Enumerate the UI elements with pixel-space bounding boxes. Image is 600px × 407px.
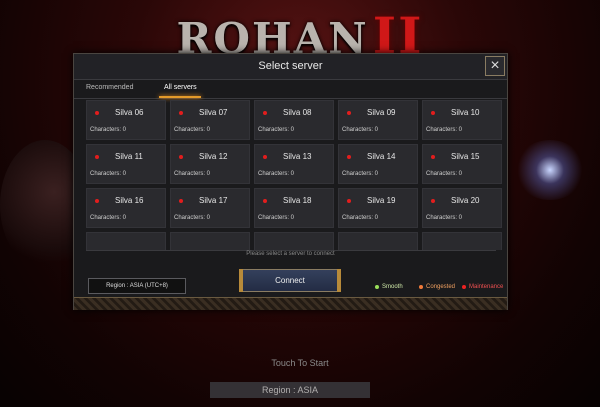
status-dot-icon [419, 285, 423, 289]
status-dot-icon [95, 199, 99, 203]
status-dot-icon [95, 155, 99, 159]
server-card[interactable]: Silva 11 Characters: 0 [86, 144, 166, 184]
region-button[interactable]: Region : ASIA (UTC+8) [88, 278, 186, 294]
server-card[interactable] [338, 232, 418, 250]
character-count: Characters: 0 [426, 215, 463, 221]
server-card[interactable]: Silva 19 Characters: 0 [338, 188, 418, 228]
character-count: Characters: 0 [174, 127, 211, 133]
status-dot-icon [462, 285, 466, 289]
server-name: Silva 12 [199, 152, 228, 161]
server-name: Silva 06 [115, 108, 144, 117]
server-name: Silva 09 [367, 108, 396, 117]
status-dot-icon [375, 285, 379, 289]
dialog-header: Select server × [74, 54, 507, 80]
tab-all-servers[interactable]: All servers [164, 84, 197, 91]
server-card[interactable]: Silva 06 Characters: 0 [86, 100, 166, 140]
server-card[interactable] [170, 232, 250, 250]
server-name: Silva 11 [115, 152, 143, 161]
close-icon[interactable]: × [485, 56, 505, 76]
game-logo: ROHANII [176, 6, 424, 65]
server-name: Silva 17 [199, 196, 228, 205]
server-card[interactable]: Silva 09 Characters: 0 [338, 100, 418, 140]
status-dot-icon [179, 199, 183, 203]
server-card[interactable]: Silva 16 Characters: 0 [86, 188, 166, 228]
server-name: Silva 15 [451, 152, 480, 161]
server-card[interactable]: Silva 07 Characters: 0 [170, 100, 250, 140]
server-tabs: Recommended All servers [74, 80, 507, 99]
status-dot-icon [431, 155, 435, 159]
connect-button[interactable]: Connect [239, 269, 341, 292]
status-dot-icon [347, 155, 351, 159]
server-card[interactable]: Silva 15 Characters: 0 [422, 144, 502, 184]
status-dot-icon [263, 155, 267, 159]
legend-smooth: Smooth [375, 284, 403, 290]
dialog-footer-ornament [74, 297, 507, 310]
character-count: Characters: 0 [426, 127, 463, 133]
status-dot-icon [431, 111, 435, 115]
server-name: Silva 20 [451, 196, 480, 205]
status-dot-icon [347, 111, 351, 115]
select-server-hint: Please select a server to connect [246, 251, 335, 257]
server-name: Silva 16 [115, 196, 144, 205]
character-count: Characters: 0 [90, 171, 127, 177]
touch-to-start[interactable]: Touch To Start [0, 358, 600, 368]
select-server-dialog: Select server × Recommended All servers … [73, 53, 508, 310]
status-dot-icon [431, 199, 435, 203]
status-dot-icon [179, 155, 183, 159]
character-count: Characters: 0 [90, 215, 127, 221]
active-tab-indicator [159, 96, 201, 98]
character-count: Characters: 0 [90, 127, 127, 133]
character-count: Characters: 0 [342, 215, 379, 221]
server-card[interactable] [86, 232, 166, 250]
background-light-orb [515, 140, 585, 200]
server-card[interactable]: Silva 14 Characters: 0 [338, 144, 418, 184]
server-name: Silva 08 [283, 108, 312, 117]
server-card[interactable]: Silva 12 Characters: 0 [170, 144, 250, 184]
character-count: Characters: 0 [174, 215, 211, 221]
server-name: Silva 19 [367, 196, 396, 205]
server-card[interactable] [422, 232, 502, 250]
server-name: Silva 10 [451, 108, 480, 117]
character-count: Characters: 0 [342, 127, 379, 133]
server-card[interactable]: Silva 17 Characters: 0 [170, 188, 250, 228]
server-grid: Silva 06 Characters: 0 Silva 07 Characters:… [86, 100, 504, 250]
character-count: Characters: 0 [258, 127, 295, 133]
server-name: Silva 14 [367, 152, 396, 161]
legend-maintenance: Maintenance [462, 284, 503, 290]
server-card[interactable]: Silva 20 Characters: 0 [422, 188, 502, 228]
server-card[interactable] [254, 232, 334, 250]
legend-congested: Congested [419, 284, 455, 290]
tab-recommended[interactable]: Recommended [86, 84, 133, 91]
server-name: Silva 18 [283, 196, 312, 205]
server-name: Silva 07 [199, 108, 228, 117]
status-dot-icon [263, 111, 267, 115]
status-dot-icon [95, 111, 99, 115]
character-count: Characters: 0 [426, 171, 463, 177]
region-label: Region : ASIA [210, 382, 370, 398]
status-dot-icon [347, 199, 351, 203]
character-count: Characters: 0 [342, 171, 379, 177]
server-name: Silva 13 [283, 152, 312, 161]
server-card[interactable]: Silva 13 Characters: 0 [254, 144, 334, 184]
character-count: Characters: 0 [174, 171, 211, 177]
character-count: Characters: 0 [258, 171, 295, 177]
server-card[interactable]: Silva 10 Characters: 0 [422, 100, 502, 140]
status-dot-icon [179, 111, 183, 115]
dialog-title: Select server [258, 60, 323, 72]
server-card[interactable]: Silva 08 Characters: 0 [254, 100, 334, 140]
server-card[interactable]: Silva 18 Characters: 0 [254, 188, 334, 228]
character-count: Characters: 0 [258, 215, 295, 221]
status-dot-icon [263, 199, 267, 203]
